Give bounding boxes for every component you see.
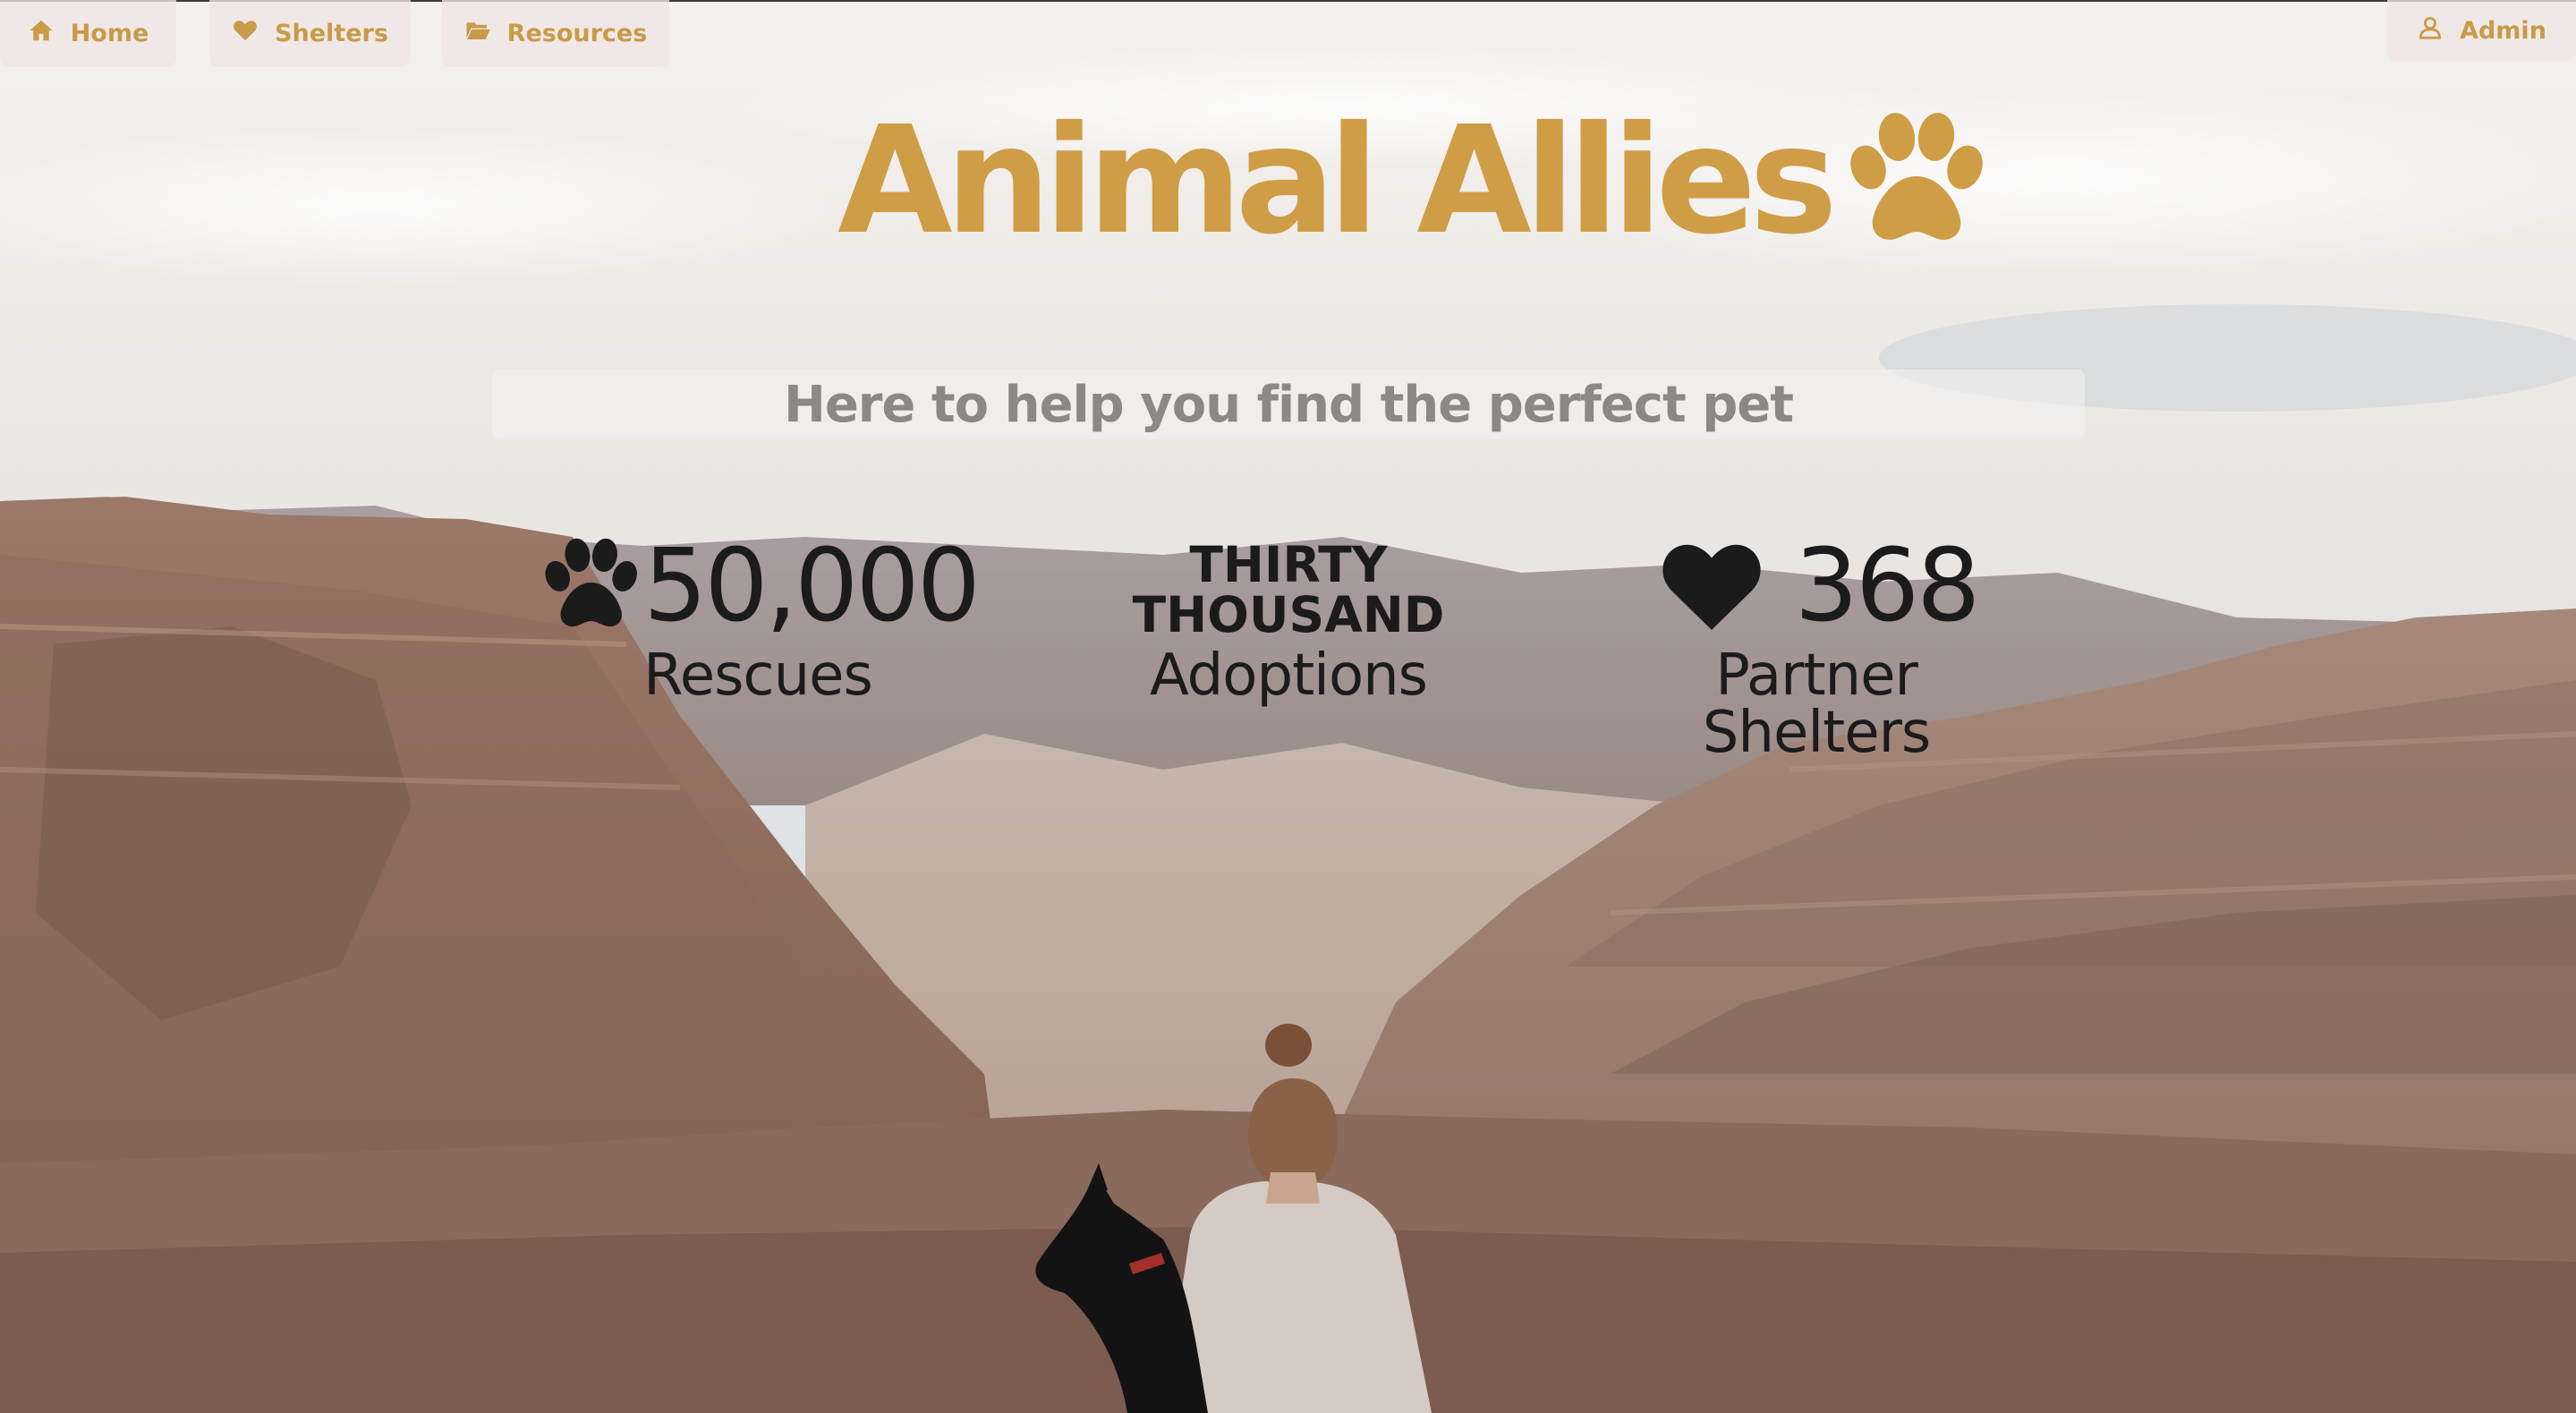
shelters-count: 368 (1794, 528, 1981, 644)
nav-resources-button[interactable]: Resources (442, 0, 669, 67)
rescues-label: Rescues (643, 643, 873, 709)
brand-logo: Animal Allies (837, 107, 1992, 256)
nav-home-label: Home (70, 20, 149, 47)
stat-partner-shelters: 368 Partner Shelters (1602, 532, 2031, 762)
adoptions-label: Adoptions (1150, 643, 1428, 709)
nav-admin-button[interactable]: Admin (2387, 0, 2576, 61)
nav-shelters-button[interactable]: Shelters (209, 0, 411, 67)
home-icon (28, 17, 55, 50)
heart-icon (1655, 534, 1768, 638)
nav-admin-label: Admin (2460, 16, 2546, 45)
heart-icon (232, 17, 259, 50)
adoptions-count: THIRTY THOUSAND (1132, 535, 1445, 643)
tagline-banner: Here to help you find the perfect pet (492, 370, 2085, 439)
stat-rescues: 50,000 Rescues (545, 532, 981, 709)
tagline-text: Here to help you find the perfect pet (783, 375, 1794, 434)
folder-open-icon (464, 17, 491, 50)
stat-adoptions: THIRTY THOUSAND Adoptions (1127, 532, 1450, 704)
user-icon (2417, 14, 2444, 47)
rescues-count: 50,000 (643, 528, 981, 644)
paw-icon (1840, 112, 1992, 246)
nav-shelters-label: Shelters (275, 20, 388, 47)
paw-icon (538, 535, 643, 637)
nav-home-button[interactable]: Home (0, 0, 176, 67)
nav-resources-label: Resources (506, 20, 648, 47)
shelters-label: Partner Shelters (1702, 643, 1931, 766)
brand-title: Animal Allies (837, 95, 1838, 268)
